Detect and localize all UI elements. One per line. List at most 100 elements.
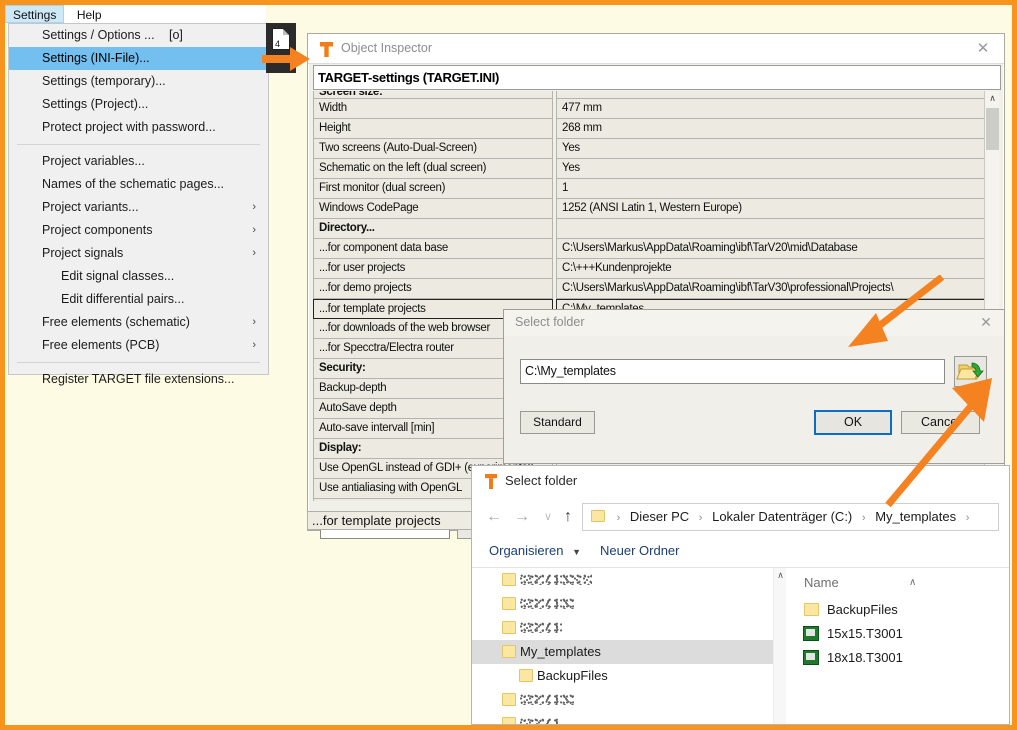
table-row[interactable]: Two screens (Auto-Dual-Screen) Yes xyxy=(313,139,1001,159)
table-row[interactable]: First monitor (dual screen) 1 xyxy=(313,179,1001,199)
explorer-navbar: ← → ∨ ↑ › Dieser PC › Lokaler Datenträge… xyxy=(472,499,1009,535)
property-name: Width xyxy=(313,99,553,119)
breadcrumb-separator: › xyxy=(856,512,872,524)
table-row[interactable]: Width 477 mm xyxy=(313,99,1001,119)
property-value xyxy=(556,91,986,99)
breadcrumb-separator: › xyxy=(693,512,709,524)
back-icon[interactable]: ← xyxy=(482,505,506,529)
property-value: C:\Users\Markus\AppData\Roaming\ibf\TarV… xyxy=(556,239,986,259)
menu-item-edit-signal-classes[interactable]: Edit signal classes... xyxy=(9,265,268,288)
table-row[interactable]: Height 268 mm xyxy=(313,119,1001,139)
list-item[interactable]: 18x18.T3001 xyxy=(787,646,1009,670)
folder-open-icon xyxy=(955,357,986,386)
list-item[interactable]: 15x15.T3001 xyxy=(787,622,1009,646)
table-row[interactable]: ...for user projects C:\+++Kundenprojekt… xyxy=(313,259,1001,279)
property-name: Height xyxy=(313,119,553,139)
chevron-right-icon: › xyxy=(252,242,256,265)
standard-button[interactable]: Standard xyxy=(520,411,595,434)
folder-icon xyxy=(502,645,516,658)
list-item-label: 15x15.T3001 xyxy=(827,626,903,641)
menu-item-project-variants[interactable]: Project variants... › xyxy=(9,196,268,219)
property-name: ...for demo projects xyxy=(313,279,553,299)
table-row[interactable]: Windows CodePage 1252 (ANSI Latin 1, Wes… xyxy=(313,199,1001,219)
list-item[interactable]: BackupFiles xyxy=(787,598,1009,622)
menu-item-free-elements-schematic[interactable]: Free elements (schematic) › xyxy=(9,311,268,334)
scroll-up-icon[interactable]: ∧ xyxy=(774,568,787,582)
menu-tab-help[interactable]: Help xyxy=(69,6,110,24)
breadcrumb[interactable]: › Dieser PC › Lokaler Datenträger (C:) ›… xyxy=(582,503,999,531)
new-folder-button[interactable]: Neuer Ordner xyxy=(600,541,679,561)
breadcrumb-item-lokaler-datentraeger[interactable]: Lokaler Datenträger (C:) xyxy=(712,509,852,524)
menu-item-settings-project[interactable]: Settings (Project)... xyxy=(9,93,268,116)
chevron-right-icon: › xyxy=(252,196,256,219)
close-icon[interactable]: ✕ xyxy=(972,39,994,59)
select-folder-title: Select folder xyxy=(515,315,584,329)
menu-item-project-signals[interactable]: Project signals › xyxy=(9,242,268,265)
table-row[interactable]: ...for demo projects C:\Users\Markus\App… xyxy=(313,279,1001,299)
menu-item-label: Edit signal classes... xyxy=(61,269,174,283)
cancel-button[interactable]: Cancel xyxy=(901,411,980,434)
table-row[interactable]: Directory... xyxy=(313,219,1001,239)
organize-button[interactable]: Organisieren ▼ xyxy=(489,541,581,562)
table-row[interactable]: Schematic on the left (dual screen) Yes xyxy=(313,159,1001,179)
chevron-right-icon: › xyxy=(252,311,256,334)
folder-icon xyxy=(804,603,819,616)
folder-tree-scrollbar[interactable]: ∧ xyxy=(773,568,786,724)
menu-item-settings-temporary[interactable]: Settings (temporary)... xyxy=(9,70,268,93)
table-row[interactable]: ...for component data base C:\Users\Mark… xyxy=(313,239,1001,259)
menu-item-settings-options[interactable]: Settings / Options ... [o] xyxy=(9,24,268,47)
property-value: Yes xyxy=(556,159,986,179)
menu-item-label: Free elements (PCB) xyxy=(42,338,159,352)
chevron-right-icon: › xyxy=(252,219,256,242)
folder-path-input[interactable]: C:\My_templates xyxy=(520,359,945,384)
table-row[interactable]: Screen size: xyxy=(313,91,1001,99)
menu-item-protect-project[interactable]: Protect project with password... xyxy=(9,116,268,139)
page-count-label: 4 xyxy=(275,40,280,49)
tree-item-my-templates[interactable]: My_templates xyxy=(472,640,773,664)
browse-folder-button[interactable] xyxy=(954,356,987,387)
folder-icon xyxy=(519,669,533,682)
tree-item[interactable] xyxy=(472,568,773,592)
up-icon[interactable]: ↑ xyxy=(556,505,580,529)
breadcrumb-item-my-templates[interactable]: My_templates xyxy=(875,509,956,524)
folder-tree[interactable]: My_templates BackupFiles xyxy=(472,568,773,724)
object-inspector-titlebar: Object Inspector ✕ xyxy=(308,34,1004,64)
explorer-titlebar: Select folder xyxy=(472,466,1009,498)
file-list[interactable]: Name ∧ BackupFiles 15x15.T3001 18x18.T30… xyxy=(787,568,1009,724)
tree-item-backupfiles[interactable]: BackupFiles xyxy=(472,664,773,688)
property-value: 1 xyxy=(556,179,986,199)
breadcrumb-item-dieser-pc[interactable]: Dieser PC xyxy=(630,509,689,524)
tree-item[interactable] xyxy=(472,712,773,724)
folder-icon xyxy=(502,621,516,634)
menu-item-project-components[interactable]: Project components › xyxy=(9,219,268,242)
close-icon[interactable]: ✕ xyxy=(976,313,996,331)
menu-item-schematic-page-names[interactable]: Names of the schematic pages... xyxy=(9,173,268,196)
forward-icon[interactable]: → xyxy=(510,505,534,529)
menu-tab-settings[interactable]: Settings xyxy=(5,5,64,23)
property-value xyxy=(556,219,986,239)
tree-item[interactable] xyxy=(472,592,773,616)
column-header-name[interactable]: Name ∧ xyxy=(787,568,1009,598)
menu-item-label: Settings (INI-File)... xyxy=(42,51,150,65)
property-value: 1252 (ANSI Latin 1, Western Europe) xyxy=(556,199,986,219)
menu-item-edit-differential-pairs[interactable]: Edit differential pairs... xyxy=(9,288,268,311)
scrollbar-thumb[interactable] xyxy=(986,108,999,150)
menu-item-settings-ini-file[interactable]: Settings (INI-File)... xyxy=(9,47,268,70)
select-folder-titlebar: Select folder ✕ xyxy=(504,310,1004,336)
tree-item[interactable] xyxy=(472,688,773,712)
ok-button[interactable]: OK xyxy=(814,410,892,435)
menu-item-label: Free elements (schematic) xyxy=(42,315,190,329)
menu-item-free-elements-pcb[interactable]: Free elements (PCB) › xyxy=(9,334,268,357)
property-name: ...for user projects xyxy=(313,259,553,279)
tree-item[interactable] xyxy=(472,616,773,640)
menu-item-project-variables[interactable]: Project variables... xyxy=(9,150,268,173)
page-count-icon[interactable]: 4 xyxy=(272,28,290,50)
menu-item-label: Project components xyxy=(42,223,152,237)
menu-item-register-target-extensions[interactable]: Register TARGET file extensions... xyxy=(9,368,268,391)
folder-icon xyxy=(502,573,516,586)
scroll-up-icon[interactable]: ∧ xyxy=(985,91,1000,105)
property-value: C:\Users\Markus\AppData\Roaming\ibf\TarV… xyxy=(556,279,986,299)
tree-item-label-redacted xyxy=(520,574,592,585)
chevron-right-icon: › xyxy=(252,334,256,357)
t3001-file-icon xyxy=(803,650,819,665)
